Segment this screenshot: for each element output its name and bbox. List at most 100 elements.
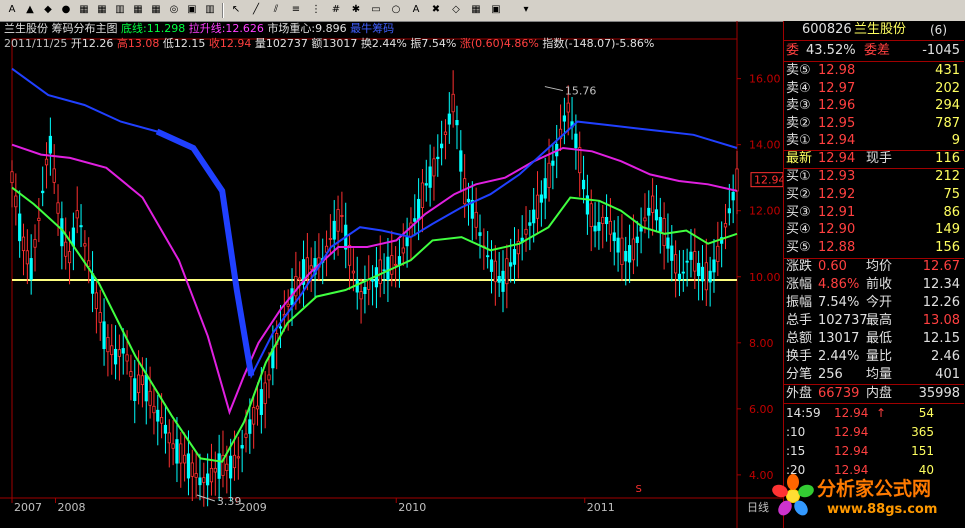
candle-up <box>14 195 18 208</box>
candle-up <box>179 443 183 464</box>
candle-down <box>593 225 597 232</box>
trend-line-icon[interactable]: ╱ <box>248 2 264 18</box>
color-icon[interactable]: ▦ <box>468 2 484 18</box>
watermark-logo: 分析家公式网 www.88gs.com <box>771 470 961 522</box>
signal-marker: S <box>636 484 642 495</box>
candle-up <box>589 203 593 227</box>
candle-up <box>94 292 98 310</box>
toolbar-button-12-icon[interactable]: ▥ <box>202 2 218 18</box>
save-icon[interactable]: ▾ <box>518 2 534 18</box>
stat-label: 均量 <box>866 367 893 382</box>
stat-value: 0.60 <box>818 259 847 274</box>
toolbar-button-1-icon[interactable]: A <box>4 2 20 18</box>
candle-down <box>240 445 244 449</box>
candle-up <box>148 390 152 406</box>
bid-2-row[interactable]: 买② 12.92 75 <box>784 186 964 204</box>
candle-up <box>10 171 14 184</box>
candle-down <box>60 218 64 247</box>
toolbar-button-8-icon[interactable]: ▦ <box>130 2 146 18</box>
bar-turnover: 换2.44% <box>360 37 407 50</box>
legend-extra: 最牛筹码 <box>350 22 395 35</box>
bar-date: 2011/11/25 <box>4 37 68 50</box>
ask-2-price: 12.95 <box>818 115 856 131</box>
box-icon[interactable]: ▣ <box>488 2 504 18</box>
candle-up <box>202 477 206 483</box>
ask-5-volume: 431 <box>935 63 960 78</box>
candle-up <box>535 194 540 219</box>
candle-down <box>551 160 555 166</box>
ask-4-label: 卖④ <box>786 80 811 96</box>
toolbar-button-2-icon[interactable]: ▲ <box>22 2 38 18</box>
fibonacci-icon[interactable]: ⋮ <box>308 2 324 18</box>
candle-down <box>259 389 263 415</box>
ask-3-row[interactable]: 卖③ 12.96 294 <box>784 97 964 115</box>
rectangle-icon[interactable]: ▭ <box>368 2 384 18</box>
toolbar-button-4-icon[interactable]: ● <box>58 2 74 18</box>
grid-icon[interactable]: # <box>328 2 344 18</box>
ask-2-row[interactable]: 卖② 12.95 787 <box>784 115 964 133</box>
candle-down <box>528 222 532 226</box>
candle-down <box>79 225 83 228</box>
bid-4-volume: 149 <box>935 222 960 238</box>
candle-up <box>255 405 260 410</box>
legend-lift-line: 拉升线:12.626 <box>188 22 264 35</box>
ask-4-row[interactable]: 卖④ 12.97 202 <box>784 80 964 98</box>
cursor-icon[interactable]: ↖ <box>228 2 244 18</box>
plot-frame <box>11 38 738 499</box>
candle-up <box>194 473 198 478</box>
stat-row: 换手 2.44% 量比 2.46 <box>784 348 964 366</box>
candle-up <box>286 303 290 307</box>
bar-low: 低12.15 <box>162 37 206 50</box>
bid-5-row[interactable]: 买⑤ 12.88 156 <box>784 239 964 257</box>
candle-up <box>651 195 655 213</box>
trash-icon[interactable]: ✖ <box>428 2 444 18</box>
candle-down <box>466 198 471 203</box>
text-icon[interactable]: A <box>408 2 424 18</box>
channel-icon[interactable]: ≡ <box>288 2 304 18</box>
stat-value: 13017 <box>818 331 860 346</box>
stat-value: 4.86% <box>818 277 860 292</box>
candle-up <box>52 168 56 183</box>
toolbar-button-6-icon[interactable]: ▦ <box>94 2 110 18</box>
stat-label: 涨幅 <box>786 277 813 292</box>
bid-1-label: 买① <box>786 169 811 184</box>
candle-down <box>447 113 451 125</box>
toolbar-button-7-icon[interactable]: ▥ <box>112 2 128 18</box>
tick-price: 12.94 <box>834 444 869 458</box>
circle-icon[interactable]: ○ <box>388 2 404 18</box>
bid-1-row[interactable]: 买① 12.93 212 <box>784 168 964 186</box>
gann-icon[interactable]: ✱ <box>348 2 364 18</box>
bid-4-row[interactable]: 买④ 12.90 149 <box>784 221 964 239</box>
toolbar-button-10-icon[interactable]: ◎ <box>166 2 182 18</box>
candle-up <box>390 255 394 275</box>
candle-down <box>612 232 616 242</box>
watermark-text: 分析家公式网 <box>817 478 932 500</box>
toolbar-button-5-icon[interactable]: ▦ <box>76 2 92 18</box>
stat-value: 2.46 <box>931 349 960 364</box>
ask-1-row[interactable]: 卖① 12.94 9 <box>784 132 964 150</box>
stat-value: 102737 <box>818 313 868 328</box>
bid-3-row[interactable]: 买③ 12.91 86 <box>784 204 964 222</box>
candle-up <box>631 238 636 261</box>
chart-area[interactable]: 16.00 14.00 12.00 10.00 8.00 6.00 4.00 2007 2008… <box>0 21 783 528</box>
candle-up <box>44 158 49 166</box>
candle-up <box>704 262 708 291</box>
ask-5-row[interactable]: 卖⑤ 12.98 431 <box>784 62 964 80</box>
toolbar-button-11-icon[interactable]: ▣ <box>184 2 200 18</box>
candle-up <box>171 443 175 449</box>
x-tick-label: 2010 <box>398 501 426 514</box>
candle-down <box>731 191 735 201</box>
parallel-line-icon[interactable]: ⫽ <box>268 2 284 18</box>
weibi-row: 委 43.52% 委差 -1045 <box>784 42 964 60</box>
x-tick-label: 2007 <box>14 501 42 514</box>
candle-down <box>697 262 701 277</box>
candle-down <box>48 135 52 154</box>
drawing-toolbar: A ▲ ◆ ● ▦ ▦ ▥ ▦ ▦ ◎ ▣ ▥ ↖ ╱ ⫽ ≡ ⋮ # ✱ ▭ ○ A ✖ ◇ ▦ ▣ ▾ <box>0 0 965 22</box>
current-hand-label: 现手 <box>866 151 893 166</box>
bar-change-label: 涨 <box>459 37 471 50</box>
eraser-icon[interactable]: ◇ <box>448 2 464 18</box>
candle-down <box>486 255 490 258</box>
toolbar-button-9-icon[interactable]: ▦ <box>148 2 164 18</box>
candle-up <box>566 102 570 113</box>
toolbar-button-3-icon[interactable]: ◆ <box>40 2 56 18</box>
